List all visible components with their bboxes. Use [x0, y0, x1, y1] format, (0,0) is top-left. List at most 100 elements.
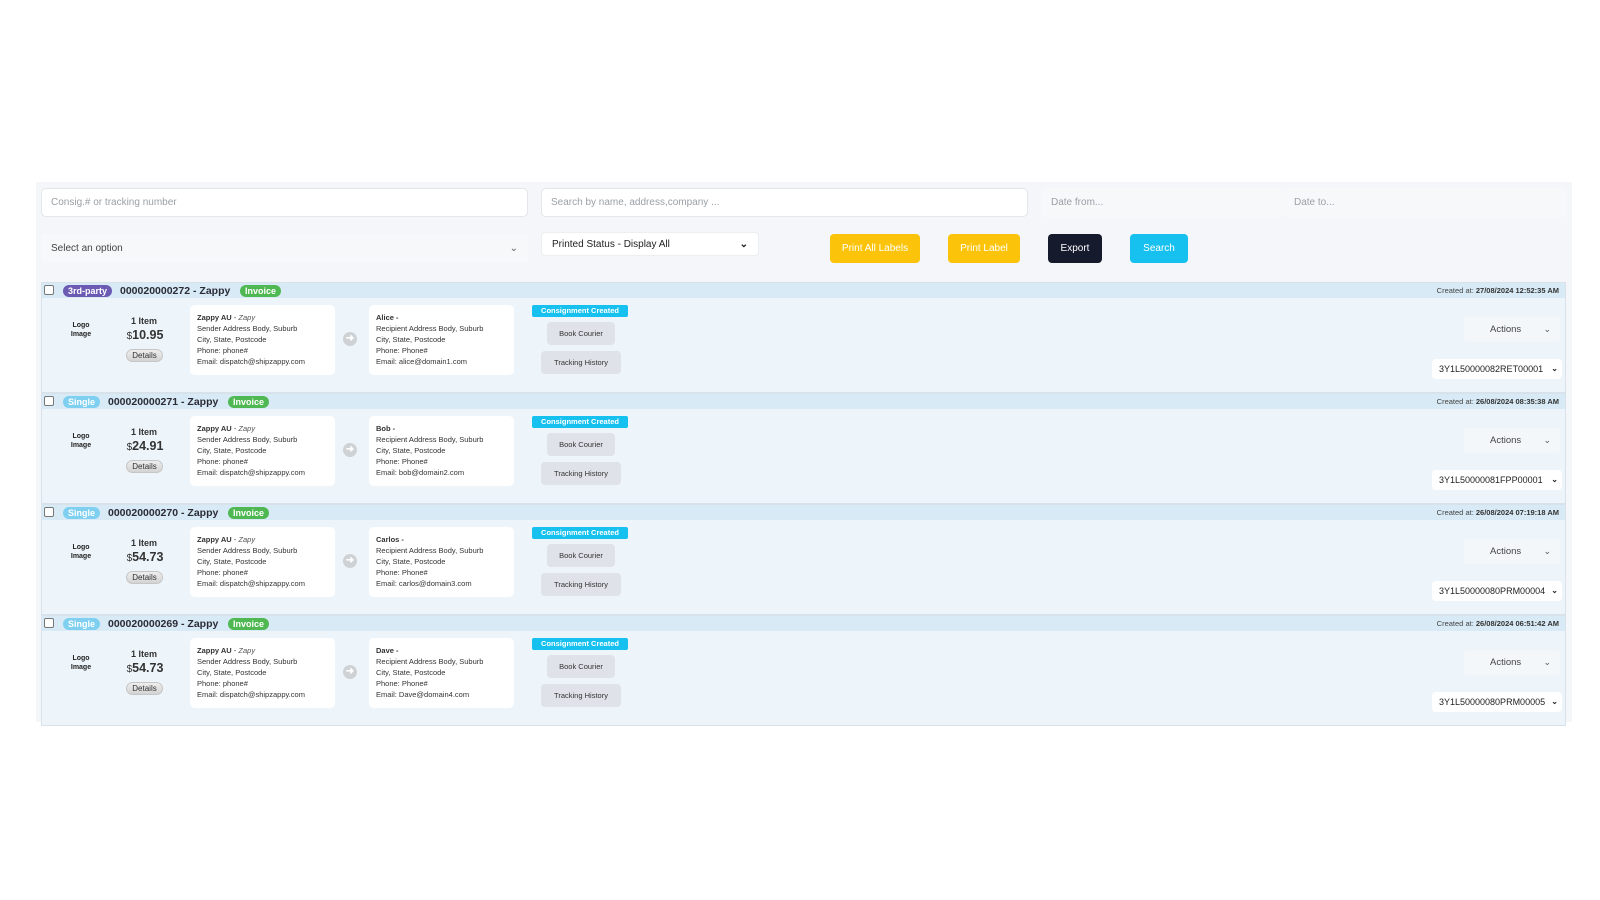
- actions-dropdown[interactable]: Actions ⌄: [1464, 539, 1560, 564]
- recipient-card: Alice - Recipient Address Body, Suburb C…: [369, 305, 514, 375]
- recipient-card: Bob - Recipient Address Body, Suburb Cit…: [369, 416, 514, 486]
- invoice-badge[interactable]: Invoice: [228, 396, 270, 408]
- arrow-right-icon: ➜: [343, 554, 357, 568]
- tracking-number-select[interactable]: 3Y1L50000081FPP00001 ⌄: [1432, 470, 1562, 490]
- search-button[interactable]: Search: [1130, 234, 1188, 263]
- actions-dropdown[interactable]: Actions ⌄: [1464, 428, 1560, 453]
- price: $54.73: [117, 550, 173, 564]
- recipient-phone: Phone: Phone#: [376, 568, 428, 577]
- consignment-row: 3rd-party 000020000272 - Zappy Invoice C…: [41, 282, 1566, 393]
- sender-company: Zapy: [238, 313, 256, 322]
- recipient-email: Email: carlos@domain3.com: [376, 579, 472, 588]
- tracking-number-select[interactable]: 3Y1L50000080PRM00005 ⌄: [1432, 692, 1562, 712]
- row-checkbox[interactable]: [44, 507, 54, 517]
- invoice-badge[interactable]: Invoice: [240, 285, 282, 297]
- tracking-number-select[interactable]: 3Y1L50000080PRM00004 ⌄: [1432, 581, 1562, 601]
- tracking-number-value: 3Y1L50000081FPP00001: [1439, 475, 1543, 485]
- item-count: 1 Item: [130, 427, 157, 437]
- tracking-history-button[interactable]: Tracking History: [541, 462, 621, 485]
- sender-city: City, State, Postcode: [197, 335, 267, 344]
- recipient-name: Dave -: [376, 646, 399, 655]
- tracking-number-value: 3Y1L50000080PRM00005: [1439, 697, 1546, 707]
- details-button[interactable]: Details: [126, 460, 163, 473]
- tracking-history-button[interactable]: Tracking History: [541, 351, 621, 374]
- tracking-history-button[interactable]: Tracking History: [541, 684, 621, 707]
- details-button[interactable]: Details: [126, 349, 163, 362]
- carrier-logo: Logo Image: [70, 655, 92, 671]
- chevron-down-icon: ⌄: [739, 239, 748, 250]
- created-at: Created at: 26/08/2024 08:35:38 AM: [1437, 397, 1559, 406]
- item-count: 1 Item: [130, 649, 157, 659]
- consignment-number[interactable]: 000020000271 - Zappy: [108, 395, 218, 409]
- book-courier-button[interactable]: Book Courier: [547, 322, 615, 345]
- sender-name-line: Zappy AU - Zapy: [197, 313, 256, 322]
- sender-company: Zapy: [238, 424, 256, 433]
- option-select[interactable]: Select an option ⌄: [41, 234, 528, 263]
- row-checkbox[interactable]: [44, 396, 54, 406]
- row-checkbox[interactable]: [44, 618, 54, 628]
- row-header: Single 000020000271 - Zappy Invoice Crea…: [42, 394, 1565, 409]
- actions-dropdown[interactable]: Actions ⌄: [1464, 650, 1560, 675]
- chevron-down-icon: ⌄: [1543, 435, 1551, 445]
- recipient-email: Email: alice@domain1.com: [376, 357, 467, 366]
- chevron-down-icon: ⌄: [1551, 475, 1558, 484]
- row-checkbox[interactable]: [44, 285, 54, 295]
- recipient-email: Email: Dave@domain4.com: [376, 690, 470, 699]
- arrow-right-icon: ➜: [343, 332, 357, 346]
- sender-name: Zappy AU: [197, 535, 232, 544]
- printed-status-value: Printed Status - Display All: [552, 239, 670, 250]
- sender-email: Email: dispatch@shipzappy.com: [197, 357, 305, 366]
- created-at-value: 26/08/2024 07:19:18 AM: [1475, 508, 1559, 517]
- sender-company: Zapy: [238, 535, 256, 544]
- book-courier-button[interactable]: Book Courier: [547, 655, 615, 678]
- consignment-row: Single 000020000270 - Zappy Invoice Crea…: [41, 504, 1566, 615]
- invoice-badge[interactable]: Invoice: [228, 618, 270, 630]
- search-name-address-input[interactable]: [541, 188, 1028, 217]
- actions-label: Actions: [1490, 435, 1522, 446]
- price: $24.91: [117, 439, 173, 453]
- sender-name: Zappy AU: [197, 424, 232, 433]
- arrow-right-icon: ➜: [343, 443, 357, 457]
- consig-tracking-input[interactable]: [41, 188, 528, 217]
- invoice-badge[interactable]: Invoice: [228, 507, 270, 519]
- price-value: 10.95: [132, 328, 164, 342]
- consignment-type-badge: Single: [63, 396, 101, 408]
- date-from-input[interactable]: [1041, 188, 1284, 217]
- recipient-city: City, State, Postcode: [376, 557, 446, 566]
- sender-name-line: Zappy AU - Zapy: [197, 424, 256, 433]
- sender-card: Zappy AU - Zapy Sender Address Body, Sub…: [190, 527, 335, 597]
- recipient-address: Recipient Address Body, Suburb: [376, 546, 484, 555]
- actions-label: Actions: [1490, 546, 1522, 557]
- details-button[interactable]: Details: [126, 571, 163, 584]
- created-at-label: Created at:: [1436, 286, 1474, 295]
- book-courier-button[interactable]: Book Courier: [547, 433, 615, 456]
- export-button[interactable]: Export: [1048, 234, 1102, 263]
- sender-city: City, State, Postcode: [197, 668, 267, 677]
- recipient-name: Bob -: [376, 424, 396, 433]
- item-count: 1 Item: [130, 316, 157, 326]
- print-label-button[interactable]: Print Label: [948, 234, 1020, 263]
- consignment-number[interactable]: 000020000269 - Zappy: [108, 617, 218, 631]
- consignment-number[interactable]: 000020000272 - Zappy: [120, 284, 230, 298]
- book-courier-button[interactable]: Book Courier: [547, 544, 615, 567]
- tracking-number-select[interactable]: 3Y1L50000082RET00001 ⌄: [1432, 359, 1562, 379]
- print-all-labels-button[interactable]: Print All Labels: [830, 234, 920, 263]
- details-button[interactable]: Details: [126, 682, 163, 695]
- recipient-phone: Phone: Phone#: [376, 679, 428, 688]
- status-badge: Consignment Created: [532, 416, 628, 428]
- tracking-history-button[interactable]: Tracking History: [541, 573, 621, 596]
- sender-address: Sender Address Body, Suburb: [197, 657, 298, 666]
- printed-status-select[interactable]: Printed Status - Display All ⌄: [541, 232, 759, 256]
- consignment-list: 3rd-party 000020000272 - Zappy Invoice C…: [41, 282, 1566, 726]
- actions-dropdown[interactable]: Actions ⌄: [1464, 317, 1560, 342]
- sender-name: Zappy AU: [197, 646, 232, 655]
- consignment-number[interactable]: 000020000270 - Zappy: [108, 506, 218, 520]
- chevron-down-icon: ⌄: [1543, 324, 1551, 334]
- actions-label: Actions: [1490, 657, 1522, 668]
- date-to-input[interactable]: [1284, 188, 1567, 217]
- chevron-down-icon: ⌄: [509, 243, 518, 254]
- carrier-logo: Logo Image: [70, 322, 92, 338]
- consignment-row: Single 000020000269 - Zappy Invoice Crea…: [41, 615, 1566, 726]
- sender-city: City, State, Postcode: [197, 557, 267, 566]
- sender-name-line: Zappy AU - Zapy: [197, 535, 256, 544]
